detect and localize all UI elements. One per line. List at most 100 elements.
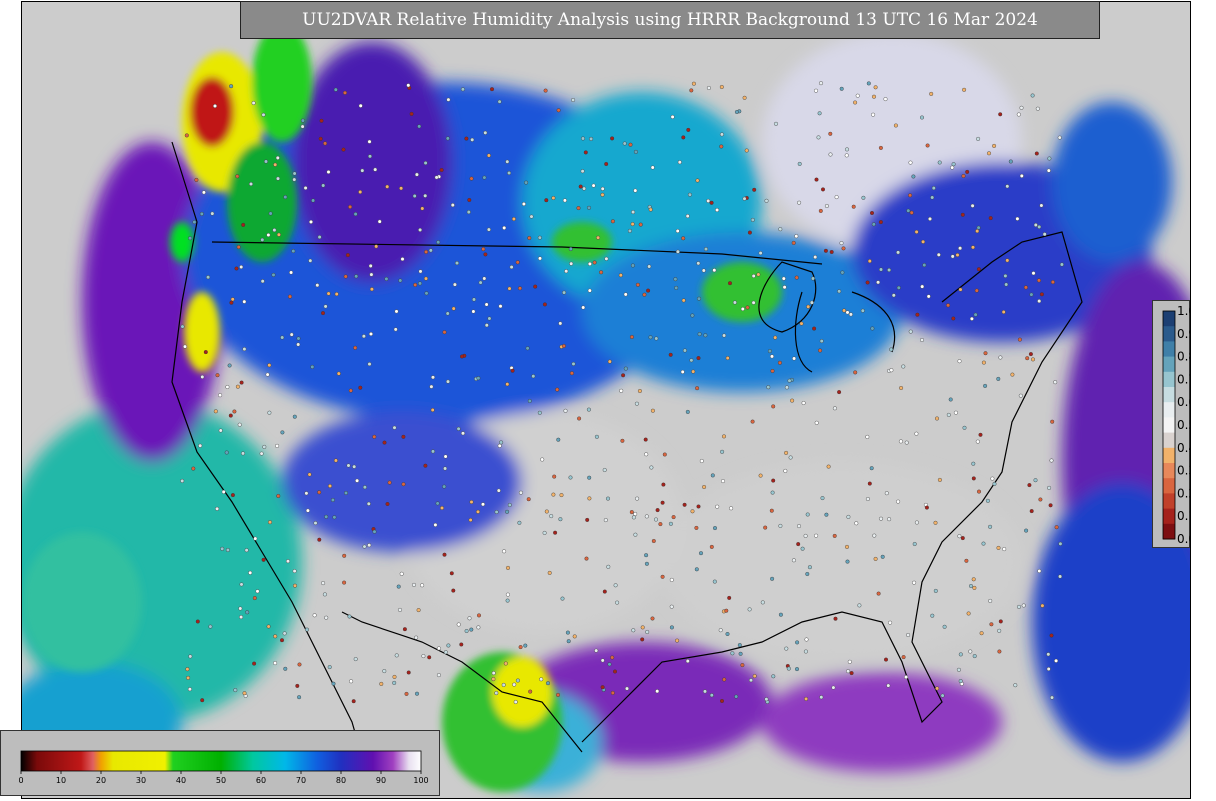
obs-dot bbox=[715, 504, 720, 509]
obs-dot bbox=[472, 297, 477, 302]
obs-dot bbox=[469, 500, 474, 505]
obs-dot bbox=[958, 287, 963, 292]
obs-dot bbox=[966, 611, 971, 616]
obs-dot bbox=[691, 81, 696, 86]
obs-dot bbox=[709, 200, 714, 205]
obs-dot bbox=[232, 409, 237, 414]
obs-dot bbox=[312, 613, 317, 618]
obs-dot bbox=[992, 143, 997, 148]
obs-dot bbox=[260, 279, 265, 284]
obs-dot bbox=[182, 344, 187, 349]
obs-dot bbox=[208, 624, 213, 629]
obs-dot bbox=[427, 655, 432, 660]
obs-dot bbox=[553, 530, 558, 535]
obs-dot bbox=[543, 88, 548, 93]
obs-dot bbox=[767, 349, 772, 354]
obs-dot bbox=[481, 247, 486, 252]
obs-dot bbox=[502, 225, 507, 230]
obs-dot bbox=[644, 514, 649, 519]
obs-dot bbox=[1029, 509, 1034, 514]
obs-dot bbox=[805, 572, 810, 577]
obs-dot bbox=[709, 693, 714, 698]
obs-dot bbox=[1049, 695, 1054, 700]
obs-dot bbox=[1039, 292, 1044, 297]
obs-legend-swatch bbox=[1163, 432, 1175, 449]
obs-dot bbox=[283, 195, 288, 200]
obs-dot bbox=[311, 198, 316, 203]
obs-dot bbox=[188, 654, 193, 659]
obs-dot bbox=[968, 649, 973, 654]
obs-dot bbox=[920, 338, 925, 343]
obs-dot bbox=[970, 203, 975, 208]
obs-dot bbox=[606, 496, 611, 501]
rh-legend-tick-label: 30 bbox=[136, 776, 146, 785]
obs-dot bbox=[958, 652, 963, 657]
obs-dot bbox=[706, 85, 711, 90]
obs-dot bbox=[510, 368, 515, 373]
obs-dot bbox=[296, 336, 301, 341]
obs-dot bbox=[940, 693, 945, 698]
obs-dot bbox=[654, 336, 659, 341]
obs-legend-tick-label: 0.7 bbox=[1177, 372, 1191, 386]
obs-dot bbox=[990, 476, 995, 481]
obs-dot bbox=[303, 185, 308, 190]
obs-dot bbox=[841, 246, 846, 251]
obs-dot bbox=[635, 282, 640, 287]
obs-dot bbox=[720, 699, 725, 704]
obs-dot bbox=[644, 561, 649, 566]
obs-dot bbox=[742, 95, 747, 100]
obs-dot bbox=[766, 385, 771, 390]
obs-dot bbox=[413, 282, 418, 287]
obs-dot bbox=[440, 506, 445, 511]
obs-dot bbox=[296, 342, 301, 347]
obs-dot bbox=[778, 612, 783, 617]
obs-dot bbox=[210, 211, 215, 216]
obs-dot bbox=[262, 444, 267, 449]
obs-dot bbox=[336, 371, 341, 376]
obs-dot bbox=[556, 437, 561, 442]
obs-dot bbox=[814, 88, 819, 93]
obs-dot bbox=[420, 583, 425, 588]
obs-dot bbox=[456, 622, 461, 627]
obs-dot bbox=[449, 571, 454, 576]
obs-dot bbox=[505, 382, 510, 387]
obs-dot bbox=[771, 674, 776, 679]
obs-dot bbox=[323, 304, 328, 309]
obs-dot bbox=[505, 509, 510, 514]
obs-dot bbox=[366, 501, 371, 506]
obs-dot bbox=[404, 691, 409, 696]
obs-dot bbox=[883, 97, 888, 102]
obs-dot bbox=[915, 312, 920, 317]
obs-dot bbox=[914, 229, 919, 234]
obs-dot bbox=[602, 468, 607, 473]
obs-legend-tick-label: 0.3 bbox=[1177, 464, 1191, 478]
obs-legend-swatch bbox=[1163, 356, 1175, 373]
obs-dot bbox=[542, 302, 547, 307]
obs-dot bbox=[978, 432, 983, 437]
obs-dot bbox=[343, 90, 348, 95]
obs-dot bbox=[960, 536, 965, 541]
obs-dot bbox=[920, 115, 925, 120]
obs-dot bbox=[252, 661, 257, 666]
obs-dot bbox=[373, 167, 378, 172]
obs-dot bbox=[1047, 485, 1052, 490]
obs-dot bbox=[446, 379, 451, 384]
obs-dot bbox=[1016, 112, 1021, 117]
obs-dot bbox=[951, 316, 956, 321]
obs-dot bbox=[555, 387, 560, 392]
obs-dot bbox=[906, 633, 911, 638]
obs-dot bbox=[839, 86, 844, 91]
obs-dot bbox=[460, 354, 465, 359]
obs-dot bbox=[342, 580, 347, 585]
obs-dot bbox=[857, 603, 862, 608]
obs-dot bbox=[399, 571, 404, 576]
obs-dot bbox=[515, 678, 520, 683]
obs-dot bbox=[464, 629, 469, 634]
obs-dot bbox=[185, 667, 190, 672]
obs-dot bbox=[482, 276, 487, 281]
obs-dot bbox=[528, 689, 533, 694]
obs-dot bbox=[446, 643, 451, 648]
obs-dot bbox=[443, 466, 448, 471]
obs-dot bbox=[865, 497, 870, 502]
obs-dot bbox=[840, 270, 845, 275]
